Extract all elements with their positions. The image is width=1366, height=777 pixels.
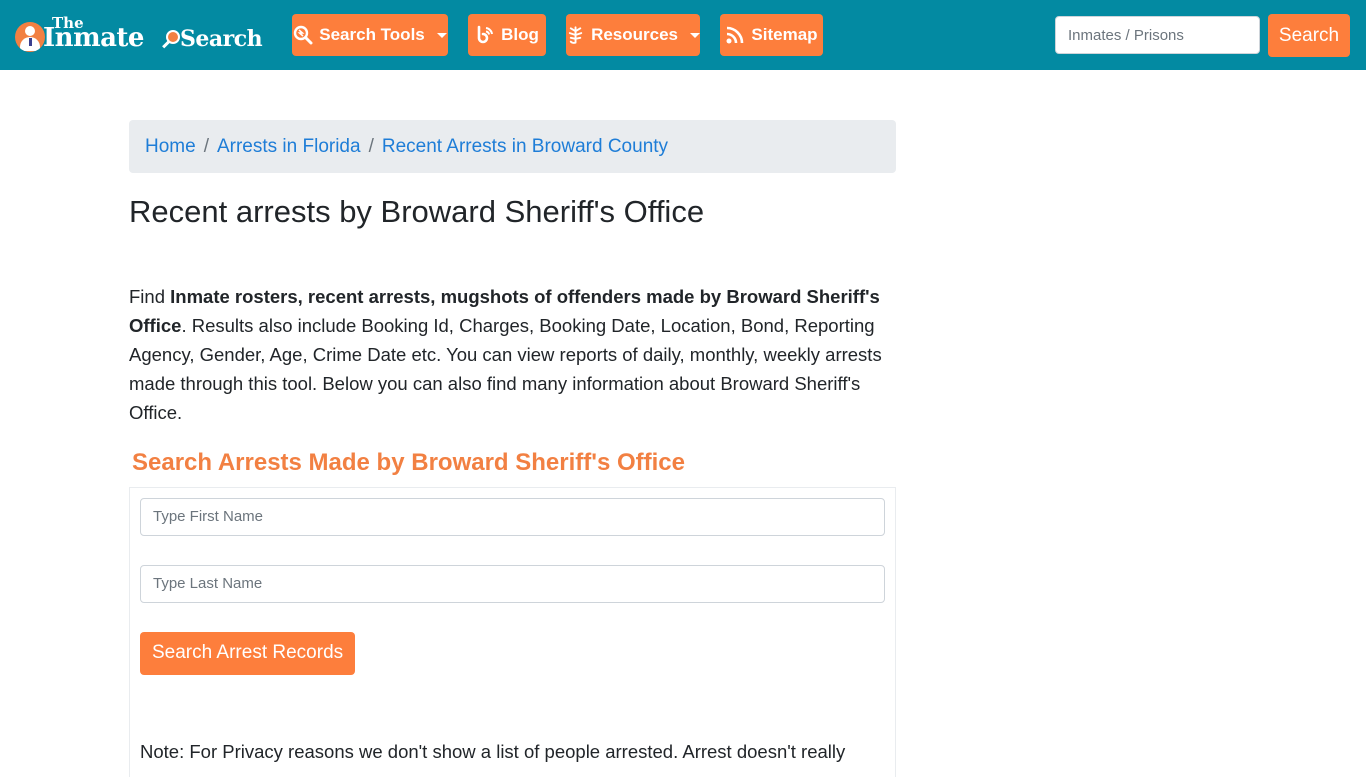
first-name-input[interactable] — [140, 497, 885, 536]
top-navbar: The Inmate Search Search Tools Blog Reso… — [0, 0, 1366, 70]
header-search-input[interactable] — [1055, 16, 1260, 54]
rss-icon — [726, 26, 744, 44]
last-name-input[interactable] — [140, 564, 885, 603]
magnifier-icon — [161, 30, 181, 50]
chevron-down-icon — [690, 32, 700, 38]
nav-sitemap-label: Sitemap — [751, 25, 818, 44]
leaf-icon — [568, 26, 583, 44]
breadcrumb-separator: / — [203, 135, 209, 157]
header-search-button[interactable]: Search — [1268, 14, 1350, 57]
site-logo[interactable]: The Inmate Search — [15, 14, 270, 58]
page-title: Recent arrests by Broward Sheriff's Offi… — [129, 194, 705, 229]
nav-blog-link[interactable]: Blog — [468, 14, 546, 56]
intro-rest: . Results also include Booking Id, Charg… — [129, 315, 882, 424]
nav-resources-dropdown[interactable]: Resources — [566, 14, 700, 56]
breadcrumb-home[interactable]: Home — [145, 136, 196, 158]
breadcrumb-arrests-florida[interactable]: Arrests in Florida — [217, 136, 361, 158]
search-arrest-records-button[interactable]: Search Arrest Records — [140, 631, 356, 675]
intro-prefix: Find — [129, 286, 171, 308]
nav-search-tools-label: Search Tools — [319, 25, 425, 44]
search-form-title: Search Arrests Made by Broward Sheriff's… — [132, 449, 685, 477]
logo-text-inmate: Inmate — [43, 23, 144, 53]
search-tools-icon — [294, 25, 313, 45]
logo-text-search: Search — [180, 26, 263, 52]
intro-paragraph: Find Inmate rosters, recent arrests, mug… — [129, 282, 896, 427]
nav-resources-label: Resources — [591, 25, 678, 44]
main-content: Home / Arrests in Florida / Recent Arres… — [129, 120, 896, 777]
privacy-note: Note: For Privacy reasons we don't show … — [140, 740, 846, 762]
inmate-avatar-icon — [15, 22, 45, 52]
blog-icon — [477, 25, 494, 44]
nav-search-tools-dropdown[interactable]: Search Tools — [292, 14, 448, 56]
breadcrumb: Home / Arrests in Florida / Recent Arres… — [129, 120, 896, 173]
breadcrumb-broward-county[interactable]: Recent Arrests in Broward County — [382, 136, 668, 158]
chevron-down-icon — [436, 32, 447, 38]
search-form-card: Search Arrest Records Note: For Privacy … — [129, 486, 896, 777]
nav-sitemap-link[interactable]: Sitemap — [720, 14, 823, 56]
nav-blog-label: Blog — [501, 25, 539, 44]
breadcrumb-separator: / — [368, 135, 374, 157]
